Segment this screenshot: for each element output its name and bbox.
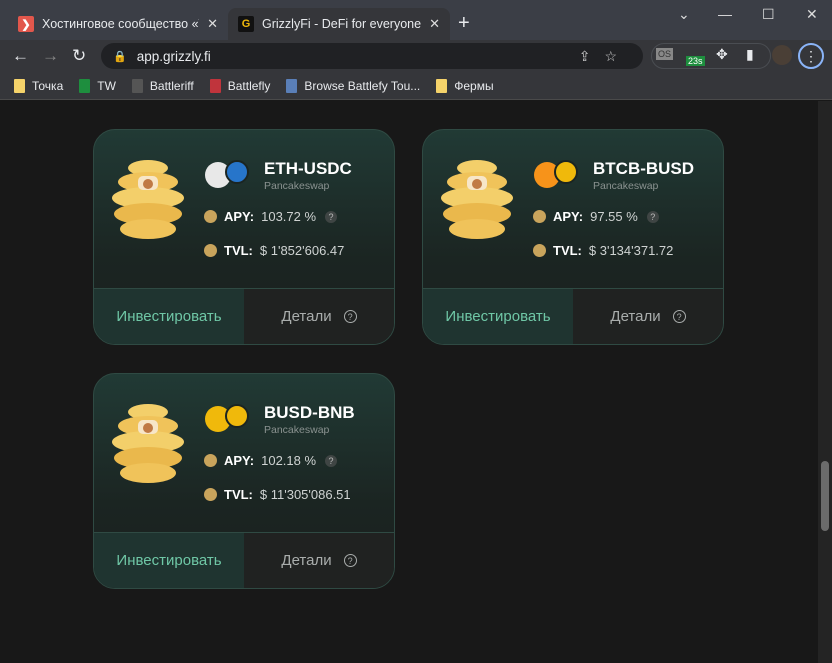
tab-timeweb[interactable]: ❯ Хостинговое сообщество «Timeweb» ✕ (8, 8, 228, 40)
help-icon: ? (672, 310, 686, 323)
lock-icon: 🔒 (113, 50, 127, 63)
help-icon: ? (343, 554, 357, 567)
bookmark-label: Battleriff (149, 78, 194, 93)
tab-grizzlyfi[interactable]: G GrizzlyFi - DeFi for everyone. ✕ (228, 8, 450, 40)
tab-title: GrizzlyFi - DeFi for everyone. (262, 17, 422, 31)
bookmarks-bar: Точка TW Battleriff Battlefly Browse Bat… (0, 72, 832, 100)
tvl-label: TVL: (553, 243, 582, 258)
close-tab-icon[interactable]: ✕ (429, 16, 440, 32)
apy-icon (533, 210, 546, 223)
tvl-icon (533, 244, 546, 257)
minimize-icon[interactable]: — (718, 6, 732, 22)
bookmark-fermy[interactable]: Фермы (436, 78, 494, 93)
back-icon[interactable]: ← (12, 46, 29, 66)
details-label: Детали (610, 308, 661, 325)
tvl-icon (204, 244, 217, 257)
apy-info-icon[interactable]: ? (325, 454, 338, 467)
apy-info-icon[interactable]: ? (646, 210, 659, 223)
tvl-row: TVL: $ 1'852'606.47 (204, 243, 344, 258)
tvl-label: TVL: (224, 243, 253, 258)
token-pair-icon (534, 160, 578, 188)
grizzly-favicon-icon: G (238, 16, 254, 32)
apy-row: APY: 102.18 %? (204, 453, 338, 468)
url-text: app.grizzly.fi (136, 48, 211, 64)
token-pair-icon (205, 404, 249, 432)
apy-row: APY: 97.55 %? (533, 209, 659, 224)
pool-dex: Pancakeswap (593, 180, 659, 192)
bookmark-battleriff[interactable]: Battleriff (131, 78, 194, 93)
beehive-icon (112, 404, 184, 483)
timeweb-favicon-icon: ❯ (18, 16, 34, 32)
apy-label: APY: (553, 209, 584, 224)
share-star-icons[interactable]: ⇪☆ (579, 48, 631, 65)
apy-info-icon[interactable]: ? (325, 210, 338, 223)
pool-name: BUSD-BNB (264, 403, 355, 422)
tvl-row: TVL: $ 3'134'371.72 (533, 243, 673, 258)
puzzle-icon[interactable]: ✥ (716, 46, 728, 63)
details-label: Детали (281, 308, 332, 325)
os-extension-icon[interactable]: OS (656, 48, 674, 60)
apy-icon (204, 210, 217, 223)
apy-value: 103.72 % (261, 209, 317, 224)
token-pair-icon (205, 160, 249, 188)
bookmark-label: Browse Battlefy Tou... (304, 78, 421, 93)
tvl-icon (204, 488, 217, 501)
bookmark-battlefly[interactable]: Battlefly (209, 78, 271, 93)
pool-name: BTCB-BUSD (593, 159, 695, 178)
apy-value: 102.18 % (261, 453, 317, 468)
pool-dex: Pancakeswap (264, 180, 330, 192)
tvl-value: $ 11'305'086.51 (259, 487, 351, 502)
menu-icon[interactable]: ⋮ (798, 43, 824, 69)
address-bar[interactable]: 🔒 app.grizzly.fi ⇪☆ (101, 43, 643, 69)
bookmark-battlefy[interactable]: Browse Battlefy Tou... (286, 78, 421, 93)
scrollbar-thumb[interactable] (821, 461, 829, 531)
details-button[interactable]: Детали? (244, 289, 394, 344)
invest-button[interactable]: Инвестировать (94, 533, 244, 588)
maximize-icon[interactable]: ☐ (762, 6, 775, 23)
details-button[interactable]: Детали? (573, 289, 723, 344)
apy-label: APY: (224, 209, 255, 224)
bookmark-label: TW (97, 78, 116, 93)
pool-card: BTCB-BUSD Pancakeswap APY: 97.55 %? TVL: $… (422, 129, 724, 345)
forward-icon[interactable]: → (42, 46, 59, 66)
pool-card: ETH-USDC Pancakeswap APY: 103.72 %? TVL: $… (93, 129, 395, 345)
tvl-value: $ 3'134'371.72 (588, 243, 674, 258)
reload-icon[interactable]: ↻ (72, 46, 86, 66)
apy-icon (204, 454, 217, 467)
help-icon: ? (343, 310, 357, 323)
extension-badge[interactable]: 23s (686, 56, 705, 66)
beehive-icon (112, 160, 184, 239)
apy-row: APY: 103.72 %? (204, 209, 338, 224)
invest-button[interactable]: Инвестировать (94, 289, 244, 344)
scrollbar[interactable] (818, 101, 832, 663)
details-button[interactable]: Детали? (244, 533, 394, 588)
tvl-value: $ 1'852'606.47 (259, 243, 345, 258)
invest-button[interactable]: Инвестировать (423, 289, 573, 344)
pool-name: ETH-USDC (264, 159, 352, 178)
pool-card: BUSD-BNB Pancakeswap APY: 102.18 %? TVL: $… (93, 373, 395, 589)
tab-title: Хостинговое сообщество «Timeweb» (42, 17, 199, 31)
avatar[interactable] (772, 45, 792, 65)
bookmark-label: Фермы (454, 78, 494, 93)
close-tab-icon[interactable]: ✕ (207, 16, 218, 32)
tab-search-icon[interactable]: ⌄ (678, 6, 690, 23)
bookmark-label: Точка (32, 78, 64, 93)
details-label: Детали (281, 552, 332, 569)
pool-dex: Pancakeswap (264, 424, 330, 436)
bookmark-label: Battlefly (227, 78, 271, 93)
apy-label: APY: (224, 453, 255, 468)
apy-value: 97.55 % (590, 209, 638, 224)
toolbar: ← → ↻ 🔒 app.grizzly.fi ⇪☆ OS 23s ✥ ▮ ⋮ (0, 40, 832, 72)
close-window-icon[interactable]: ✕ (806, 6, 818, 23)
side-panel-icon[interactable]: ▮ (746, 46, 754, 63)
tvl-label: TVL: (224, 487, 253, 502)
new-tab-icon[interactable]: + (458, 12, 470, 35)
title-bar: ❯ Хостинговое сообщество «Timeweb» ✕ G G… (0, 0, 832, 40)
bookmark-tw[interactable]: TW (79, 78, 116, 93)
bookmark-tochka[interactable]: Точка (14, 78, 64, 93)
beehive-icon (441, 160, 513, 239)
tvl-row: TVL: $ 11'305'086.51 (204, 487, 351, 502)
page-content: ETH-USDC Pancakeswap APY: 103.72 %? TVL: $… (0, 101, 818, 663)
